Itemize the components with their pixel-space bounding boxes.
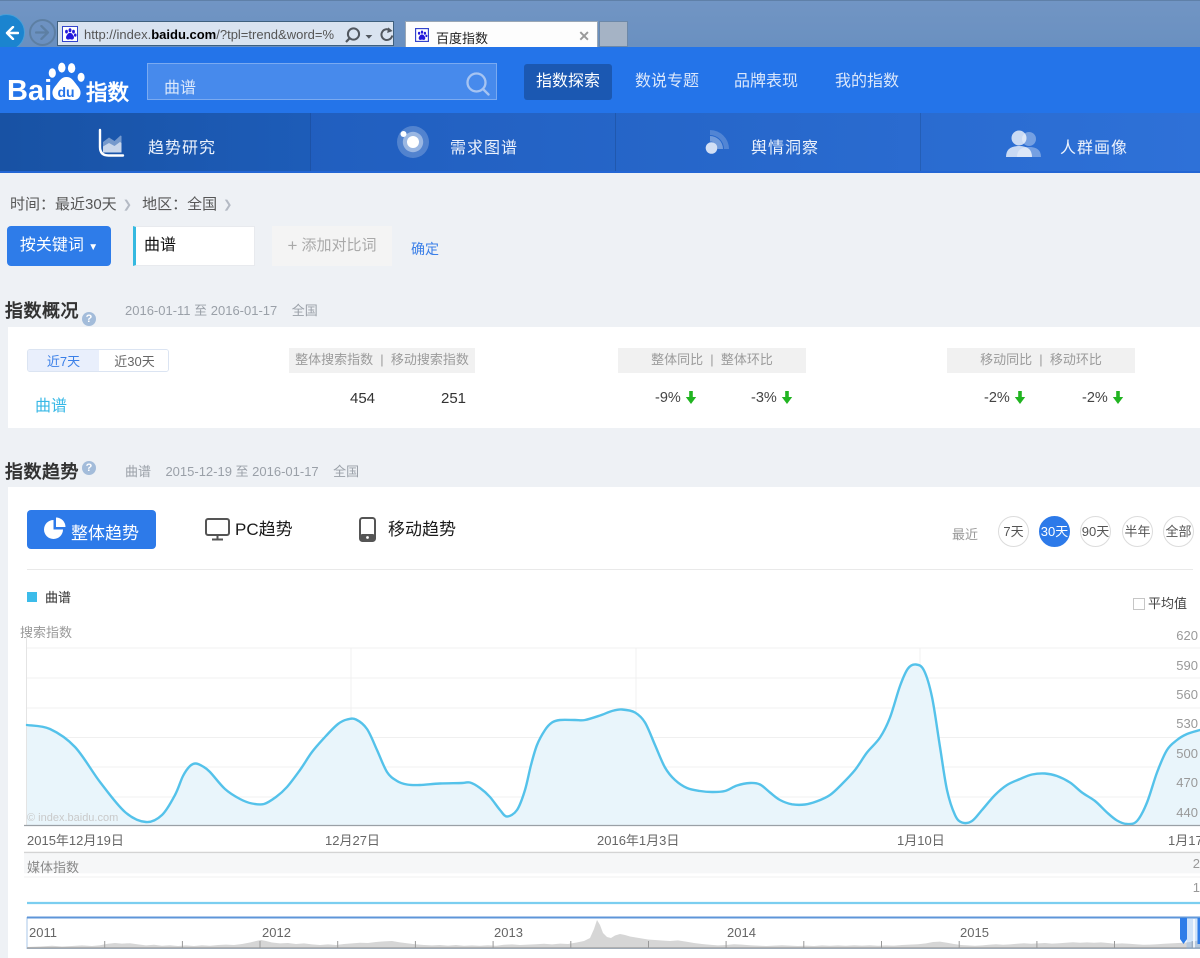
- svg-text:du: du: [58, 84, 75, 100]
- svg-text:指数: 指数: [86, 81, 130, 105]
- svg-text:Bai: Bai: [7, 75, 52, 107]
